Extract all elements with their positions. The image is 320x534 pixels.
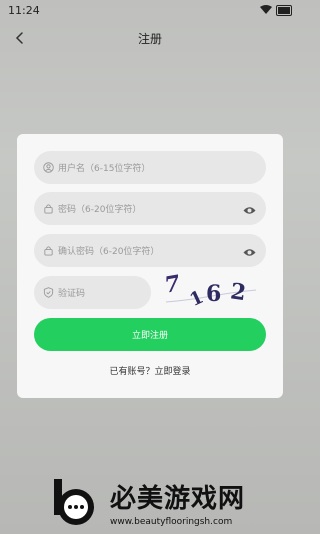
captcha-placeholder: 验证码 [58, 289, 86, 299]
lock-icon [43, 203, 54, 214]
logo-icon [54, 479, 94, 525]
password-placeholder: 密码（6-20位字符） [58, 205, 142, 215]
password-field[interactable]: 密码（6-20位字符） [34, 192, 266, 225]
shield-icon [43, 287, 54, 298]
eye-icon[interactable] [243, 244, 256, 257]
confirm-password-field[interactable]: 确认密码（6-20位字符） [34, 234, 266, 267]
watermark-text: 必美游戏网 www.beautyflooringsh.com [110, 478, 245, 527]
status-bar: 11:24 [0, 0, 300, 20]
watermark-url: www.beautyflooringsh.com [110, 516, 233, 527]
battery-icon [276, 4, 292, 16]
svg-text:6: 6 [206, 281, 221, 307]
eye-icon[interactable] [243, 202, 256, 215]
status-time: 11:24 [8, 3, 40, 17]
user-icon [43, 162, 54, 173]
username-placeholder: 用户名（6-15位字符） [58, 164, 151, 174]
wifi-icon [260, 5, 272, 14]
nav-bar: 注册 [0, 20, 300, 60]
login-link[interactable]: 已有账号？立即登录 [17, 364, 283, 377]
watermark-title: 必美游戏网 [110, 483, 246, 514]
register-button[interactable]: 立即注册 [34, 318, 266, 351]
register-card: 用户名（6-15位字符） 密码（6-20位字符） 确认密码（6-20位字符） 验… [17, 134, 283, 398]
captcha-field[interactable]: 验证码 [34, 276, 151, 309]
watermark: 必美游戏网 www.beautyflooringsh.com [46, 470, 300, 534]
captcha-image[interactable]: 7 1 6 2 [160, 270, 258, 311]
page-title: 注册 [137, 32, 162, 46]
username-field[interactable]: 用户名（6-15位字符） [34, 151, 266, 184]
confirm-password-placeholder: 确认密码（6-20位字符） [58, 247, 160, 257]
status-icons [260, 4, 292, 16]
lock-icon [43, 245, 54, 256]
